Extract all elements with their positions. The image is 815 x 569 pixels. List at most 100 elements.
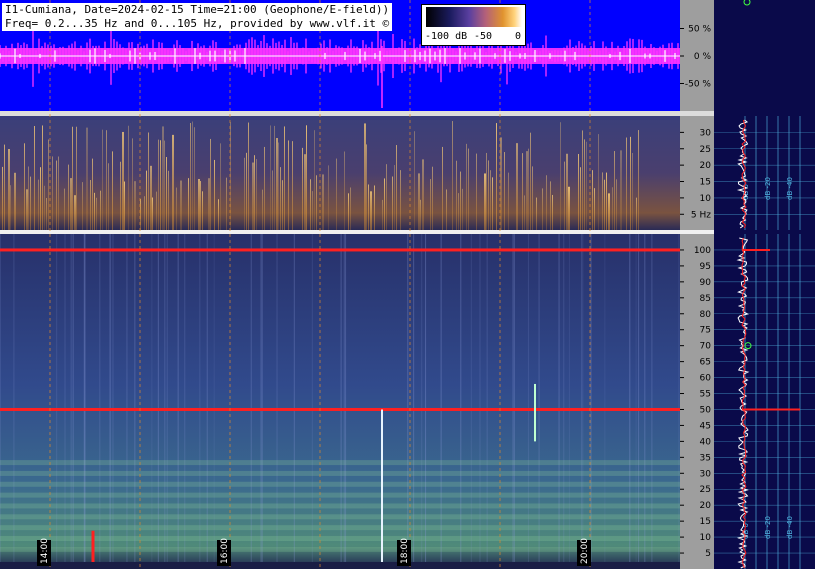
colorbar-label-mid: -50 [474, 31, 493, 42]
emission-streak [374, 185, 375, 230]
emission-streak [100, 190, 101, 230]
emission-streak [288, 140, 289, 230]
emission-streak [602, 172, 603, 230]
emission-streak [92, 158, 93, 230]
high-freq-tick-label: 90 [700, 278, 712, 288]
emission-streak [278, 142, 279, 230]
emission-streak [632, 152, 633, 230]
emission-streak [200, 181, 201, 230]
emission-streak [252, 162, 254, 230]
emission-streak [198, 178, 200, 230]
panel-separator [0, 111, 714, 116]
waveform-tick-label: 0 % [694, 52, 712, 62]
emission-streak [246, 152, 247, 230]
emission-streak [586, 141, 587, 230]
emission-streak [72, 126, 73, 230]
emission-streak [560, 122, 561, 230]
emission-streak [76, 126, 77, 230]
header-station-info: I1-Cumiana, Date=2024-02-15 Time=21:00 (… [2, 3, 393, 17]
emission-streak [568, 186, 570, 230]
emission-streak [442, 146, 443, 230]
high-freq-tick-label: 85 [700, 294, 711, 304]
emission-streak [452, 121, 453, 230]
low-freq-tick-label: 15 [700, 178, 711, 188]
low-freq-tick-label: 5 Hz [691, 210, 711, 220]
header-frequency-info: Freq= 0.2...35 Hz and 0...105 Hz, provid… [2, 17, 393, 31]
emission-streak [262, 189, 263, 230]
emission-streak [492, 177, 493, 230]
emission-streak [256, 159, 257, 230]
emission-streak [566, 153, 568, 230]
emission-streak [508, 172, 509, 230]
emission-streak [44, 185, 45, 230]
colorbar-gradient [426, 7, 522, 27]
emission-streak [180, 180, 182, 230]
high-freq-tick-label: 65 [700, 358, 711, 368]
emission-streak [40, 167, 41, 230]
emission-streak [108, 163, 109, 230]
emission-streak [564, 161, 565, 230]
emission-streak [28, 166, 29, 230]
emission-streak [466, 143, 467, 230]
emission-streak [264, 146, 265, 230]
high-freq-tick-label: 5 [705, 549, 711, 559]
emission-streak [350, 187, 351, 230]
spectrum-db-label: dB -20 [764, 516, 772, 539]
emission-streak [382, 199, 383, 230]
time-label: 20:00 [580, 538, 590, 564]
emission-streak [364, 123, 366, 230]
emission-streak [316, 175, 317, 230]
emission-streak [112, 151, 113, 230]
emission-streak [396, 145, 397, 230]
high-freq-tick-label: 55 [700, 390, 711, 400]
emission-streak [96, 197, 97, 230]
emission-streak [194, 127, 195, 230]
emission-streak [208, 178, 210, 230]
high-freq-tick-label: 50 [700, 405, 712, 415]
panel-separator-2 [0, 230, 714, 234]
emission-streak [220, 143, 221, 230]
high-freq-tick-label: 60 [700, 374, 712, 384]
emission-streak [166, 157, 167, 230]
emission-streak [598, 134, 599, 230]
emission-streak [188, 178, 189, 230]
emission-streak [74, 195, 76, 230]
emission-streak [90, 180, 91, 230]
emission-streak [604, 179, 605, 230]
emission-streak [456, 160, 457, 230]
emission-streak [172, 134, 174, 230]
emission-streak [484, 173, 486, 230]
emission-streak [638, 130, 639, 230]
emission-streak [70, 178, 72, 230]
emission-streak [282, 180, 283, 230]
emission-streak [284, 126, 285, 230]
emission-streak [626, 137, 627, 230]
emission-streak [46, 198, 47, 230]
emission-streak [582, 130, 583, 230]
high-freq-tick-label: 25 [700, 485, 711, 495]
emission-streak [496, 123, 497, 230]
emission-streak [418, 173, 420, 230]
emission-streak [328, 165, 329, 230]
resonance-band [0, 492, 680, 498]
emission-streak [124, 181, 125, 230]
emission-streak [366, 144, 367, 230]
emission-streak [414, 131, 415, 230]
emission-streak [42, 125, 43, 230]
high-freq-tick-label: 45 [700, 421, 711, 431]
emission-streak [612, 187, 613, 230]
emission-streak [488, 160, 489, 230]
high-freq-tick-label: 30 [700, 469, 712, 479]
emission-streak [106, 130, 107, 230]
emission-streak [312, 191, 313, 230]
emission-streak [344, 151, 345, 230]
emission-streak [272, 170, 273, 230]
emission-streak [348, 193, 349, 230]
low-freq-tick-label: 20 [700, 161, 712, 171]
emission-streak [102, 129, 103, 230]
emission-streak [430, 179, 431, 230]
high-freq-tick-label: 95 [700, 262, 711, 272]
emission-streak [214, 159, 215, 230]
time-label: 16:00 [220, 538, 230, 564]
emission-streak [504, 152, 505, 230]
